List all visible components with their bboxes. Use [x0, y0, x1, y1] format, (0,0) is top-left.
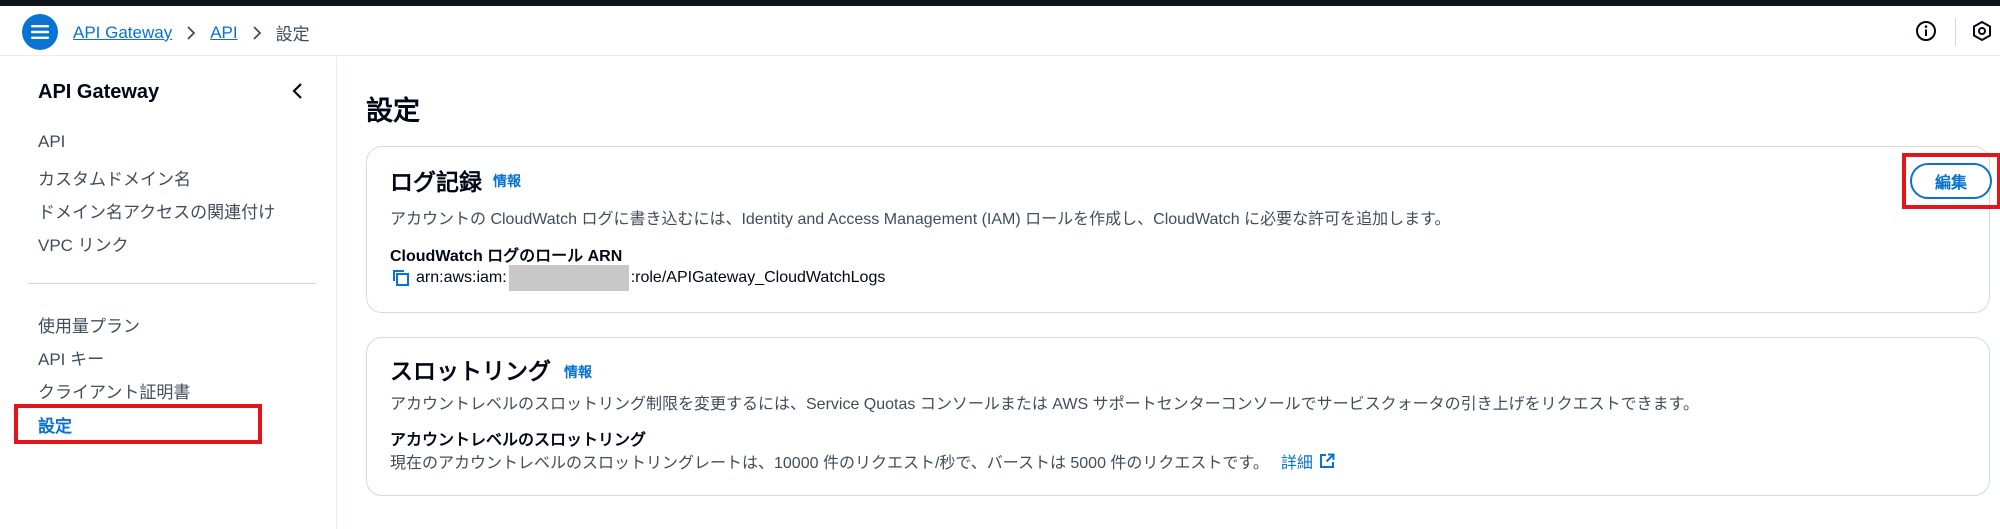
- chevron-right-icon: [186, 25, 196, 40]
- copy-icon[interactable]: [392, 269, 410, 287]
- arn-value: arn:aws:iam: :role/APIGateway_CloudWatch…: [392, 265, 885, 291]
- chevron-right-icon: [252, 25, 262, 40]
- logging-info-link[interactable]: 情報: [493, 171, 521, 191]
- account-throttling-text: 現在のアカウントレベルのスロットリングレートは、10000 件のリクエスト/秒で…: [390, 449, 1335, 473]
- logging-description: アカウントの CloudWatch ログに書き込むには、Identity and…: [390, 211, 1451, 228]
- toolbar-divider: [1955, 18, 1956, 46]
- chevron-left-icon[interactable]: [290, 81, 304, 106]
- settings-highlight-box: [14, 404, 262, 444]
- sidebar-title: API Gateway: [38, 81, 160, 103]
- throttling-description: アカウントレベルのスロットリング制限を変更するには、Service Quotas…: [390, 396, 1699, 413]
- throttling-title: スロットリング: [390, 358, 551, 384]
- hexagon-settings-icon[interactable]: [1971, 20, 1993, 47]
- sidebar-item-api[interactable]: API: [38, 132, 65, 152]
- sidebar-item-client-certs[interactable]: クライアント証明書: [38, 378, 190, 403]
- arn-suffix: :role/APIGateway_CloudWatchLogs: [630, 269, 886, 286]
- sidebar-divider: [28, 283, 316, 284]
- main-content: 設定 ログ記録 情報 アカウントの CloudWatch ログに書き込むには、I…: [338, 57, 2000, 529]
- sidebar: API Gateway API カスタムドメイン名 ドメイン名アクセスの関連付け…: [0, 57, 337, 529]
- detail-link-label: 詳細: [1280, 455, 1313, 472]
- sidebar-item-custom-domain[interactable]: カスタムドメイン名: [38, 165, 191, 190]
- throttling-info-link[interactable]: 情報: [564, 362, 592, 382]
- menu-icon: [31, 25, 49, 39]
- redacted-account-id: [508, 265, 629, 291]
- sidebar-item-usage-plans[interactable]: 使用量プラン: [38, 312, 140, 337]
- logging-card: ログ記録 情報 アカウントの CloudWatch ログに書き込むには、Iden…: [366, 146, 2000, 313]
- breadcrumb-api-gateway[interactable]: API Gateway: [73, 23, 172, 43]
- breadcrumb-current: 設定: [275, 25, 310, 44]
- info-circle-icon[interactable]: [1915, 20, 1937, 47]
- page-title: 設定: [366, 96, 420, 126]
- top-navigation: API Gateway API 設定: [0, 6, 2000, 56]
- breadcrumb-api[interactable]: API: [210, 23, 237, 43]
- sidebar-item-domain-access[interactable]: ドメイン名アクセスの関連付け: [38, 198, 275, 223]
- logging-title: ログ記録: [390, 169, 482, 195]
- external-link-icon: [1319, 453, 1335, 469]
- throttling-rate-text: 現在のアカウントレベルのスロットリングレートは、10000 件のリクエスト/秒で…: [390, 455, 1269, 472]
- detail-link[interactable]: 詳細: [1281, 449, 1335, 473]
- breadcrumb: API Gateway API 設定: [73, 20, 310, 45]
- arn-label: CloudWatch ログのロール ARN: [390, 248, 623, 265]
- menu-button[interactable]: [22, 14, 58, 50]
- sidebar-item-vpc-link[interactable]: VPC リンク: [38, 231, 129, 256]
- throttling-card: スロットリング 情報 アカウントレベルのスロットリング制限を変更するには、Ser…: [366, 337, 1990, 496]
- edit-highlight-box: [1902, 153, 2000, 209]
- arn-prefix: arn:aws:iam:: [416, 269, 507, 286]
- account-throttling-label: アカウントレベルのスロットリング: [390, 432, 647, 449]
- sidebar-item-api-keys[interactable]: API キー: [38, 345, 104, 370]
